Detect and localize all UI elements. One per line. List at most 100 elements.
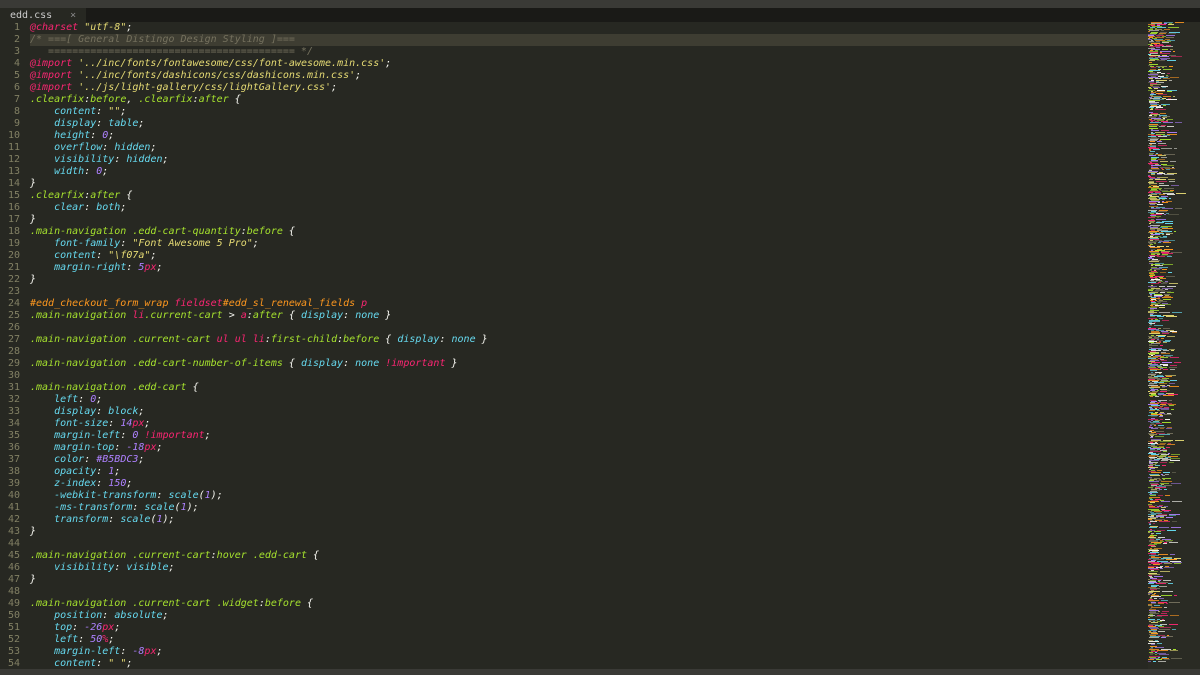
file-tab[interactable]: edd.css × <box>0 8 87 22</box>
code-line[interactable] <box>30 586 1148 598</box>
line-number: 23 <box>0 286 20 298</box>
line-number: 39 <box>0 478 20 490</box>
code-line[interactable]: top: -26px; <box>30 622 1148 634</box>
line-number: 14 <box>0 178 20 190</box>
line-number: 1 <box>0 22 20 34</box>
code-line[interactable]: visibility: visible; <box>30 562 1148 574</box>
code-line[interactable]: margin-left: 0 !important; <box>30 430 1148 442</box>
code-line[interactable]: } <box>30 178 1148 190</box>
code-line[interactable]: } <box>30 274 1148 286</box>
code-line[interactable]: @import '../inc/fonts/fontawesome/css/fo… <box>30 58 1148 70</box>
code-line[interactable]: opacity: 1; <box>30 466 1148 478</box>
line-number: 9 <box>0 118 20 130</box>
line-number: 5 <box>0 70 20 82</box>
code-line[interactable]: @import '../inc/fonts/dashicons/css/dash… <box>30 70 1148 82</box>
code-line[interactable]: .main-navigation .current-cart:hover .ed… <box>30 550 1148 562</box>
line-number: 42 <box>0 514 20 526</box>
tab-label: edd.css <box>10 10 52 21</box>
line-number: 54 <box>0 658 20 670</box>
close-icon[interactable]: × <box>70 10 76 21</box>
line-number: 33 <box>0 406 20 418</box>
line-number: 46 <box>0 562 20 574</box>
line-number: 7 <box>0 94 20 106</box>
line-number: 35 <box>0 430 20 442</box>
code-line[interactable]: display: block; <box>30 406 1148 418</box>
line-number: 11 <box>0 142 20 154</box>
tab-bar: edd.css × <box>0 8 1200 22</box>
code-line[interactable]: @charset "utf-8"; <box>30 22 1148 34</box>
code-line[interactable]: margin-right: 5px; <box>30 262 1148 274</box>
code-line[interactable]: .main-navigation li.current-cart > a:aft… <box>30 310 1148 322</box>
line-number: 8 <box>0 106 20 118</box>
code-line[interactable]: transform: scale(1); <box>30 514 1148 526</box>
code-line[interactable] <box>30 346 1148 358</box>
code-line[interactable]: font-family: "Font Awesome 5 Pro"; <box>30 238 1148 250</box>
code-editor[interactable]: @charset "utf-8";/* ===[ General Disting… <box>26 22 1148 669</box>
code-line[interactable]: left: 50%; <box>30 634 1148 646</box>
code-line[interactable]: .clearfix:after { <box>30 190 1148 202</box>
line-number: 48 <box>0 586 20 598</box>
code-line[interactable]: display: table; <box>30 118 1148 130</box>
line-number: 24 <box>0 298 20 310</box>
code-line[interactable]: color: #B5BDC3; <box>30 454 1148 466</box>
line-number: 27 <box>0 334 20 346</box>
line-number: 4 <box>0 58 20 70</box>
code-line[interactable]: content: " "; <box>30 658 1148 670</box>
code-line[interactable]: @import '../js/light-gallery/css/lightGa… <box>30 82 1148 94</box>
line-number: 12 <box>0 154 20 166</box>
line-number: 40 <box>0 490 20 502</box>
line-number: 2 <box>0 34 20 46</box>
code-line[interactable]: content: ""; <box>30 106 1148 118</box>
line-number: 36 <box>0 442 20 454</box>
code-line[interactable]: #edd_checkout_form_wrap fieldset#edd_sl_… <box>30 298 1148 310</box>
code-line[interactable]: content: "\f07a"; <box>30 250 1148 262</box>
line-number: 34 <box>0 418 20 430</box>
code-line[interactable]: .main-navigation .current-cart ul ul li:… <box>30 334 1148 346</box>
line-number: 45 <box>0 550 20 562</box>
code-line[interactable]: width: 0; <box>30 166 1148 178</box>
code-line[interactable]: .main-navigation .edd-cart { <box>30 382 1148 394</box>
line-number: 15 <box>0 190 20 202</box>
code-line[interactable]: overflow: hidden; <box>30 142 1148 154</box>
code-line[interactable]: ========================================… <box>30 46 1148 58</box>
code-line[interactable]: -ms-transform: scale(1); <box>30 502 1148 514</box>
code-line[interactable] <box>30 538 1148 550</box>
code-line[interactable]: .clearfix:before, .clearfix:after { <box>30 94 1148 106</box>
line-number-gutter: 1234567891011121314151617181920212223242… <box>0 22 26 669</box>
code-line[interactable]: z-index: 150; <box>30 478 1148 490</box>
code-line[interactable]: font-size: 14px; <box>30 418 1148 430</box>
line-number: 25 <box>0 310 20 322</box>
line-number: 26 <box>0 322 20 334</box>
line-number: 52 <box>0 634 20 646</box>
code-line[interactable]: } <box>30 214 1148 226</box>
line-number: 16 <box>0 202 20 214</box>
code-line[interactable]: left: 0; <box>30 394 1148 406</box>
code-line[interactable]: } <box>30 526 1148 538</box>
code-line[interactable]: /* ===[ General Distingo Design Styling … <box>30 34 1148 46</box>
code-line[interactable]: position: absolute; <box>30 610 1148 622</box>
code-line[interactable]: margin-left: -8px; <box>30 646 1148 658</box>
line-number: 41 <box>0 502 20 514</box>
line-number: 17 <box>0 214 20 226</box>
line-number: 44 <box>0 538 20 550</box>
line-number: 29 <box>0 358 20 370</box>
line-number: 49 <box>0 598 20 610</box>
line-number: 28 <box>0 346 20 358</box>
line-number: 51 <box>0 622 20 634</box>
code-line[interactable] <box>30 370 1148 382</box>
code-line[interactable]: .main-navigation .edd-cart-number-of-ite… <box>30 358 1148 370</box>
code-line[interactable]: .main-navigation .current-cart .widget:b… <box>30 598 1148 610</box>
code-line[interactable]: clear: both; <box>30 202 1148 214</box>
line-number: 30 <box>0 370 20 382</box>
line-number: 3 <box>0 46 20 58</box>
minimap[interactable] <box>1148 22 1200 669</box>
code-line[interactable]: visibility: hidden; <box>30 154 1148 166</box>
code-line[interactable]: height: 0; <box>30 130 1148 142</box>
code-line[interactable] <box>30 286 1148 298</box>
code-line[interactable]: margin-top: -18px; <box>30 442 1148 454</box>
code-line[interactable]: .main-navigation .edd-cart-quantity:befo… <box>30 226 1148 238</box>
code-line[interactable] <box>30 322 1148 334</box>
code-line[interactable]: } <box>30 574 1148 586</box>
code-line[interactable]: -webkit-transform: scale(1); <box>30 490 1148 502</box>
line-number: 32 <box>0 394 20 406</box>
